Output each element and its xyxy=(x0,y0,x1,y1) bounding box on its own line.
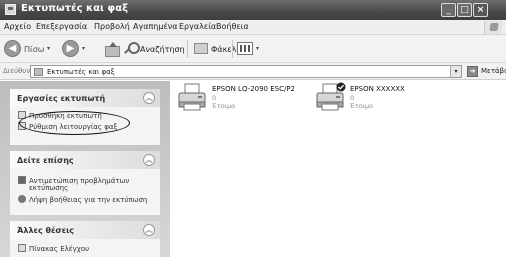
printers-list: EPSON LQ-2090 ESC/P2 0 Έτοιμο EPSON XXXX… xyxy=(170,81,506,257)
collapse-chevron-icon[interactable]: ︽ xyxy=(143,92,155,104)
search-icon[interactable] xyxy=(124,42,140,55)
control-panel-icon xyxy=(18,244,26,252)
menu-help[interactable]: Βοήθεια xyxy=(216,22,249,31)
default-printer-check-icon xyxy=(336,82,346,92)
menu-view[interactable]: Προβολή xyxy=(94,22,130,31)
other-places-title: Άλλες θέσεις xyxy=(17,226,74,235)
printer-document-count: 0 xyxy=(350,94,355,102)
windows-logo-icon xyxy=(484,21,502,34)
minimize-button[interactable]: _ xyxy=(441,3,456,17)
menu-favorites[interactable]: Αγαπημένα xyxy=(133,22,178,31)
close-button[interactable]: × xyxy=(473,3,488,17)
forward-arrow-icon[interactable]: ▶ xyxy=(62,40,79,57)
back-button-label[interactable]: Πίσω xyxy=(24,45,45,54)
printer-name: EPSON XXXXXX xyxy=(350,85,405,93)
address-value: Εκτυπωτές και φαξ xyxy=(47,68,115,76)
folders-icon[interactable] xyxy=(194,43,208,54)
collapse-chevron-icon[interactable]: ︽ xyxy=(143,154,155,166)
menu-file[interactable]: Αρχείο xyxy=(4,22,31,31)
other-places-header[interactable]: Άλλες θέσεις ︽ xyxy=(10,221,160,239)
menu-bar: Αρχείο Επεξεργασία Προβολή Αγαπημένα Εργ… xyxy=(0,20,506,35)
printer-icon xyxy=(178,83,206,111)
printer-item[interactable]: EPSON LQ-2090 ESC/P2 0 Έτοιμο xyxy=(176,82,326,118)
printer-tasks-title: Εργασίες εκτυπωτή xyxy=(17,94,106,103)
printer-tasks-panel: Εργασίες εκτυπωτή ︽ Προσθήκη εκτυπωτή Ρύ… xyxy=(10,89,160,145)
menu-edit[interactable]: Επεξεργασία xyxy=(36,22,87,31)
toolbar-separator xyxy=(187,40,188,58)
collapse-chevron-icon[interactable]: ︽ xyxy=(143,224,155,236)
maximize-button[interactable]: □ xyxy=(457,3,472,17)
see-also-header[interactable]: Δείτε επίσης ︽ xyxy=(10,151,160,169)
window-title: Εκτυπωτές και φαξ xyxy=(21,3,128,14)
menu-tools[interactable]: Εργαλεία xyxy=(179,22,216,31)
printer-status: Έτοιμο xyxy=(212,102,236,110)
go-arrow-icon[interactable]: ➜ xyxy=(467,66,478,77)
forward-dropdown-icon[interactable]: ▾ xyxy=(82,45,85,52)
views-dropdown-icon[interactable]: ▾ xyxy=(256,45,259,52)
callout-circle xyxy=(19,111,130,135)
task-pane: Εργασίες εκτυπωτή ︽ Προσθήκη εκτυπωτή Ρύ… xyxy=(0,81,170,257)
see-also-panel: Δείτε επίσης ︽ Αντιμετώπιση προβλημάτων … xyxy=(10,151,160,215)
printer-item[interactable]: EPSON XXXXXX 0 Έτοιμο xyxy=(314,82,464,118)
search-button-label[interactable]: Αναζήτηση xyxy=(140,45,185,54)
see-also-title: Δείτε επίσης xyxy=(17,156,74,165)
troubleshoot-printing-link-line2[interactable]: εκτύπωσης xyxy=(29,184,68,192)
toolbar: ◀ Πίσω ▾ ▶ ▾ Αναζήτηση Φάκελοι ▾ xyxy=(0,35,506,63)
printer-status: Έτοιμο xyxy=(350,102,374,110)
go-button-label[interactable]: Μετάβαση xyxy=(481,67,506,75)
printer-document-count: 0 xyxy=(212,94,217,102)
back-arrow-icon[interactable]: ◀ xyxy=(4,40,21,57)
title-bar: Εκτυπωτές και φαξ _ □ × xyxy=(0,0,506,20)
printers-folder-icon xyxy=(5,4,16,15)
address-dropdown-icon[interactable]: ▾ xyxy=(450,66,461,77)
other-places-panel: Άλλες θέσεις ︽ Πίνακας Ελέγχου xyxy=(10,221,160,257)
address-bar: Διεύθυνση Εκτυπωτές και φαξ ▾ ➜ Μετάβαση xyxy=(0,63,506,80)
back-dropdown-icon[interactable]: ▾ xyxy=(47,45,50,52)
help-globe-icon xyxy=(18,195,26,203)
control-panel-link[interactable]: Πίνακας Ελέγχου xyxy=(18,244,89,253)
toolbar-separator xyxy=(232,40,233,58)
help-question-icon xyxy=(18,176,26,184)
address-input[interactable]: Εκτυπωτές και φαξ ▾ xyxy=(30,65,462,78)
printers-folder-icon xyxy=(34,68,43,76)
views-icon[interactable] xyxy=(237,42,253,55)
printing-help-link[interactable]: Λήψη βοήθειας για την εκτύπωση xyxy=(18,195,147,204)
printer-name: EPSON LQ-2090 ESC/P2 xyxy=(212,85,296,93)
printer-tasks-header[interactable]: Εργασίες εκτυπωτή ︽ xyxy=(10,89,160,107)
up-folder-icon[interactable] xyxy=(105,42,120,57)
